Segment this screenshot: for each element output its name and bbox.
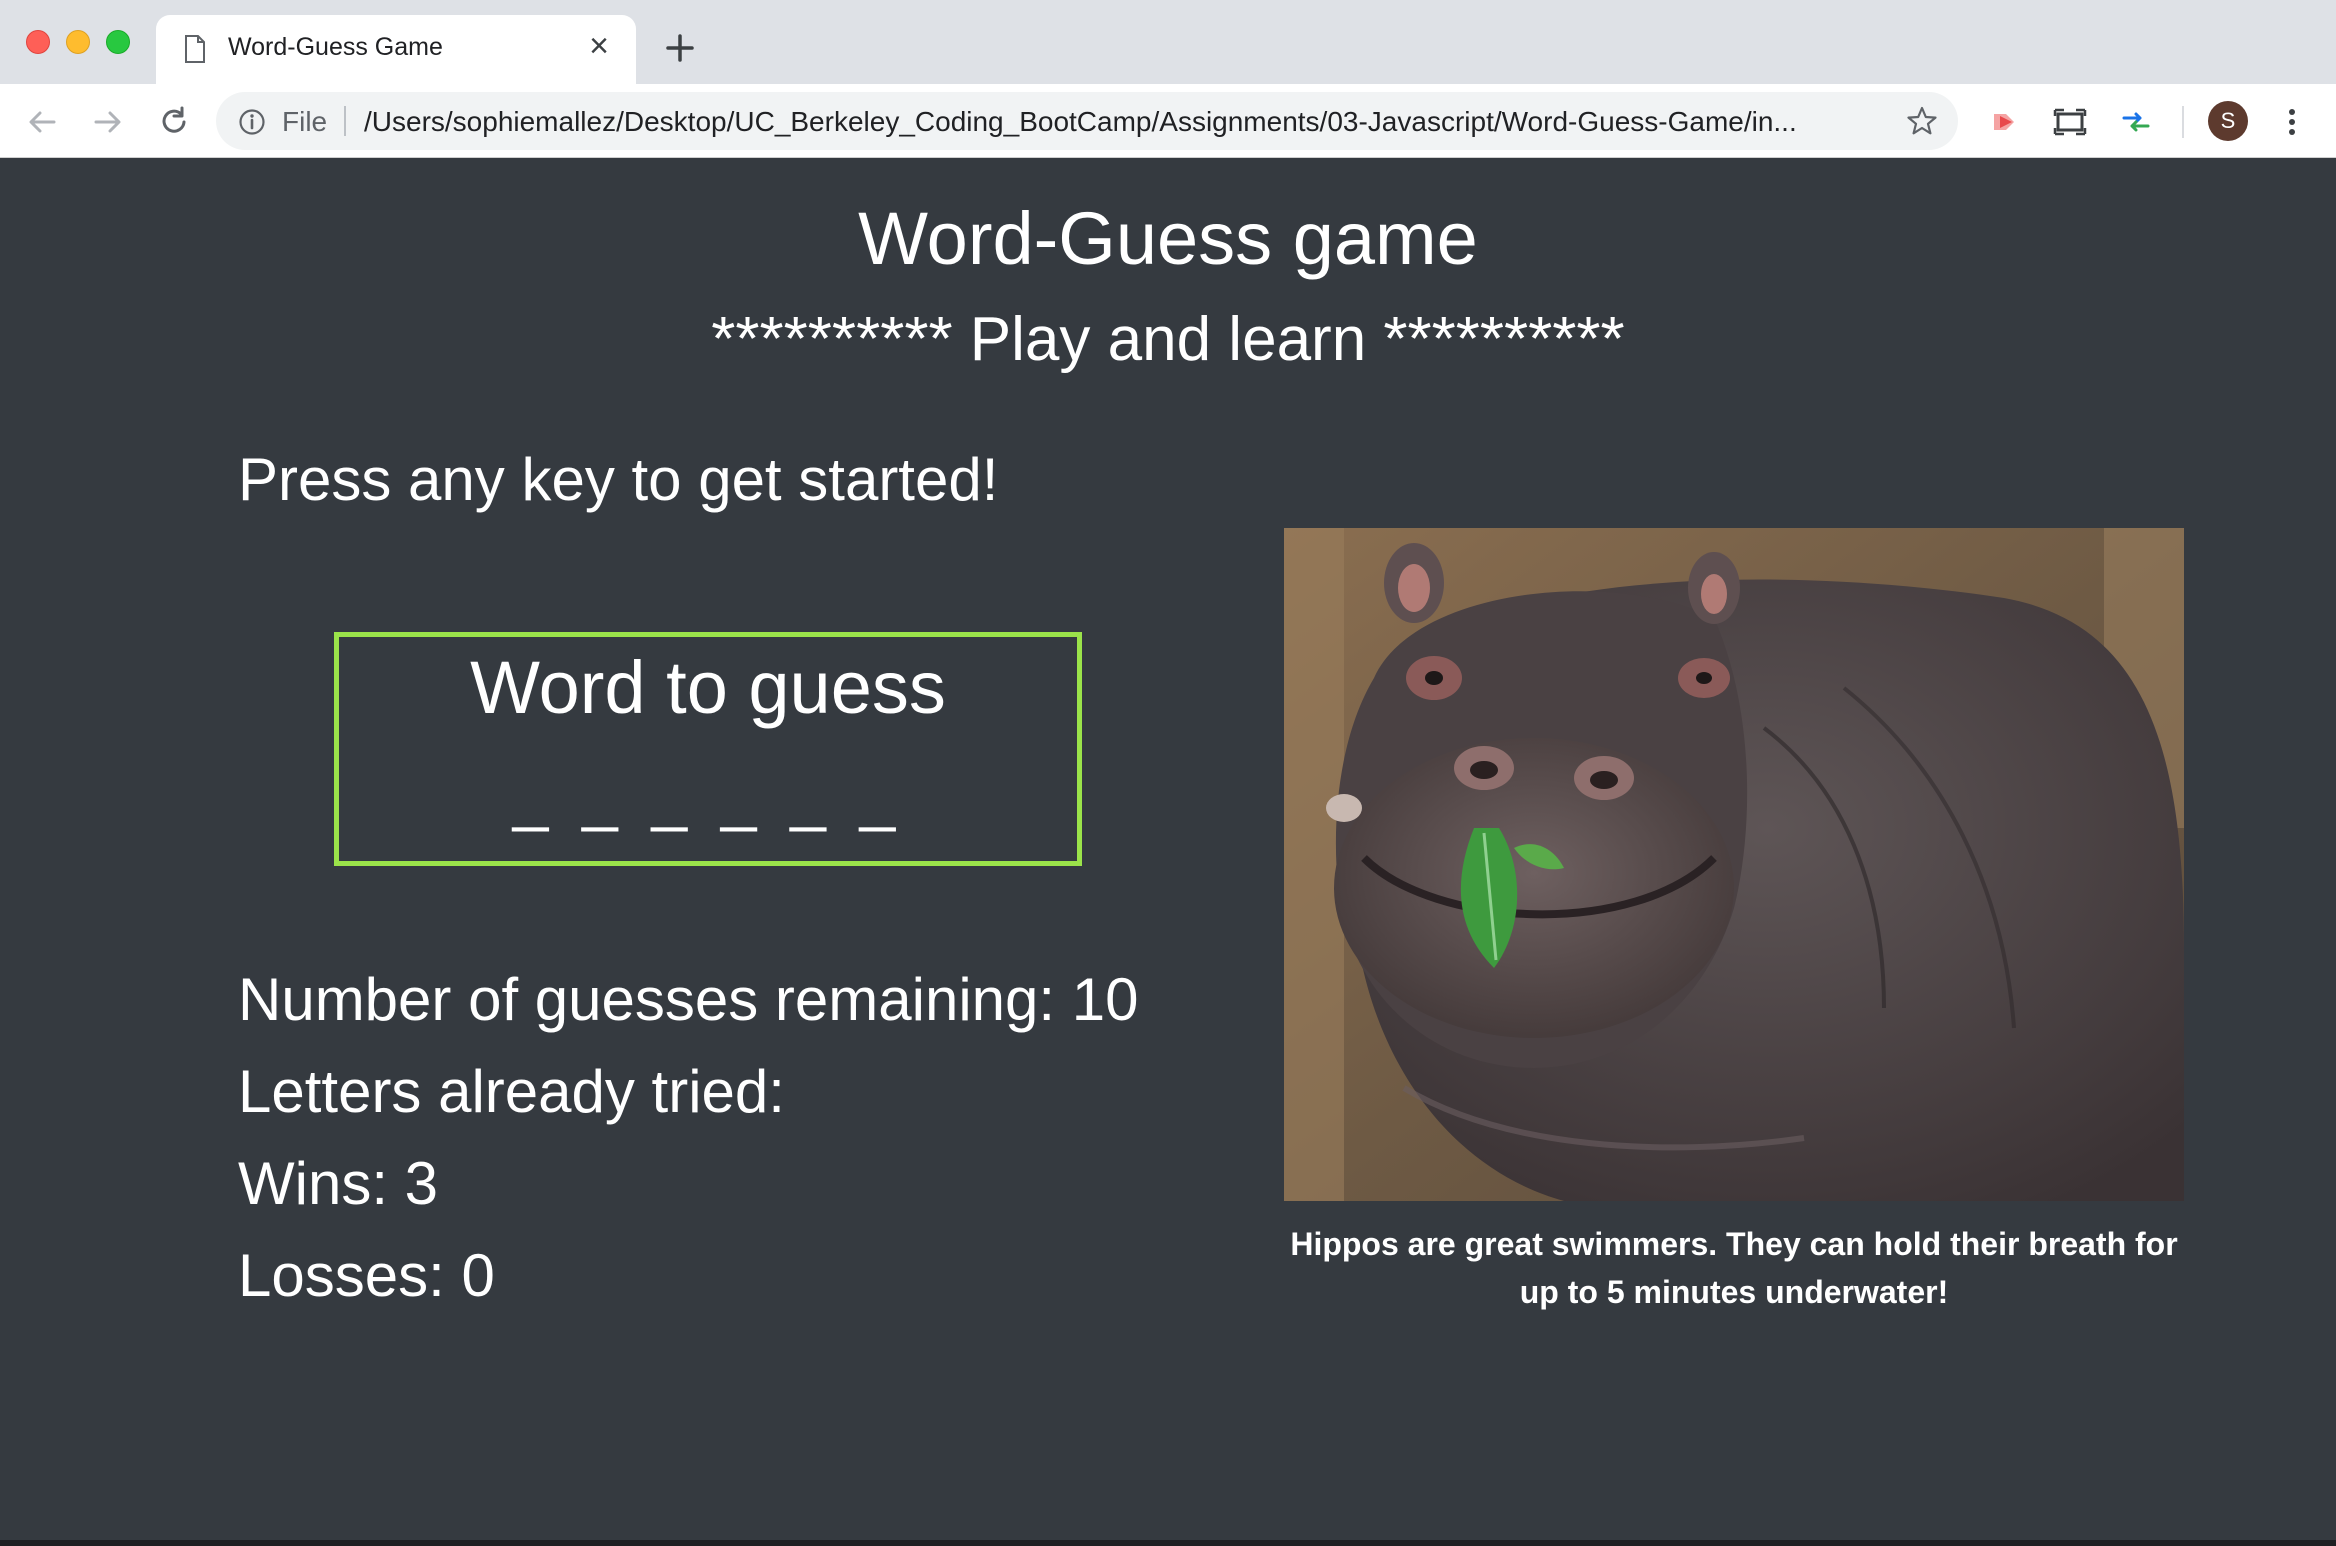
extension-cast-icon[interactable] [1988, 104, 2024, 140]
document-icon [185, 35, 205, 63]
toolbar-separator [2182, 106, 2184, 138]
screenshot-extension-icon[interactable] [2052, 104, 2088, 140]
close-tab-icon[interactable]: × [582, 29, 616, 63]
browser-toolbar: File /Users/sophiemallez/Desktop/UC_Berk… [0, 84, 2336, 158]
start-instruction: Press any key to get started! [238, 446, 999, 513]
reload-icon[interactable] [156, 104, 192, 140]
hippo-illustration [1284, 528, 2184, 1201]
info-icon[interactable] [238, 108, 266, 136]
url-text[interactable]: /Users/sophiemallez/Desktop/UC_Berkeley_… [364, 106, 1904, 138]
hippo-photo [1284, 528, 2184, 1201]
page-subtitle: ********** Play and learn ********** [711, 305, 1625, 374]
game-page: Word-Guess game ********** Play and lear… [0, 158, 2336, 1546]
bottom-editor-strip [0, 1540, 2336, 1546]
address-bar[interactable]: File /Users/sophiemallez/Desktop/UC_Berk… [216, 92, 1958, 150]
wins-count: Wins: 3 [238, 1150, 439, 1217]
word-blanks: _ _ _ _ _ _ [512, 761, 904, 833]
sync-arrows-extension-icon[interactable] [2118, 104, 2154, 140]
guesses-remaining: Number of guesses remaining: 10 [238, 966, 1139, 1033]
more-menu-icon[interactable] [2276, 102, 2308, 142]
address-divider [344, 106, 346, 136]
browser-tab-bar: Word-Guess Game × [0, 0, 2336, 84]
losses-count: Losses: 0 [238, 1242, 495, 1309]
word-to-guess-box: Word to guess _ _ _ _ _ _ [334, 632, 1082, 866]
word-box-label: Word to guess [470, 646, 946, 729]
browser-tab[interactable]: Word-Guess Game × [156, 15, 636, 84]
tab-title: Word-Guess Game [228, 33, 443, 61]
close-window-button[interactable] [26, 30, 50, 54]
maximize-window-button[interactable] [106, 30, 130, 54]
profile-avatar[interactable]: S [2208, 101, 2248, 141]
page-title: Word-Guess game [858, 197, 1478, 280]
photo-caption: Hippos are great swimmers. They can hold… [1290, 1226, 2178, 1310]
new-tab-icon[interactable] [660, 28, 700, 68]
file-scheme-label: File [282, 106, 328, 137]
bookmark-star-icon[interactable] [1906, 105, 1938, 137]
letters-tried: Letters already tried: [238, 1058, 785, 1125]
forward-arrow-icon[interactable] [90, 104, 126, 140]
minimize-window-button[interactable] [66, 30, 90, 54]
back-arrow-icon[interactable] [24, 104, 60, 140]
